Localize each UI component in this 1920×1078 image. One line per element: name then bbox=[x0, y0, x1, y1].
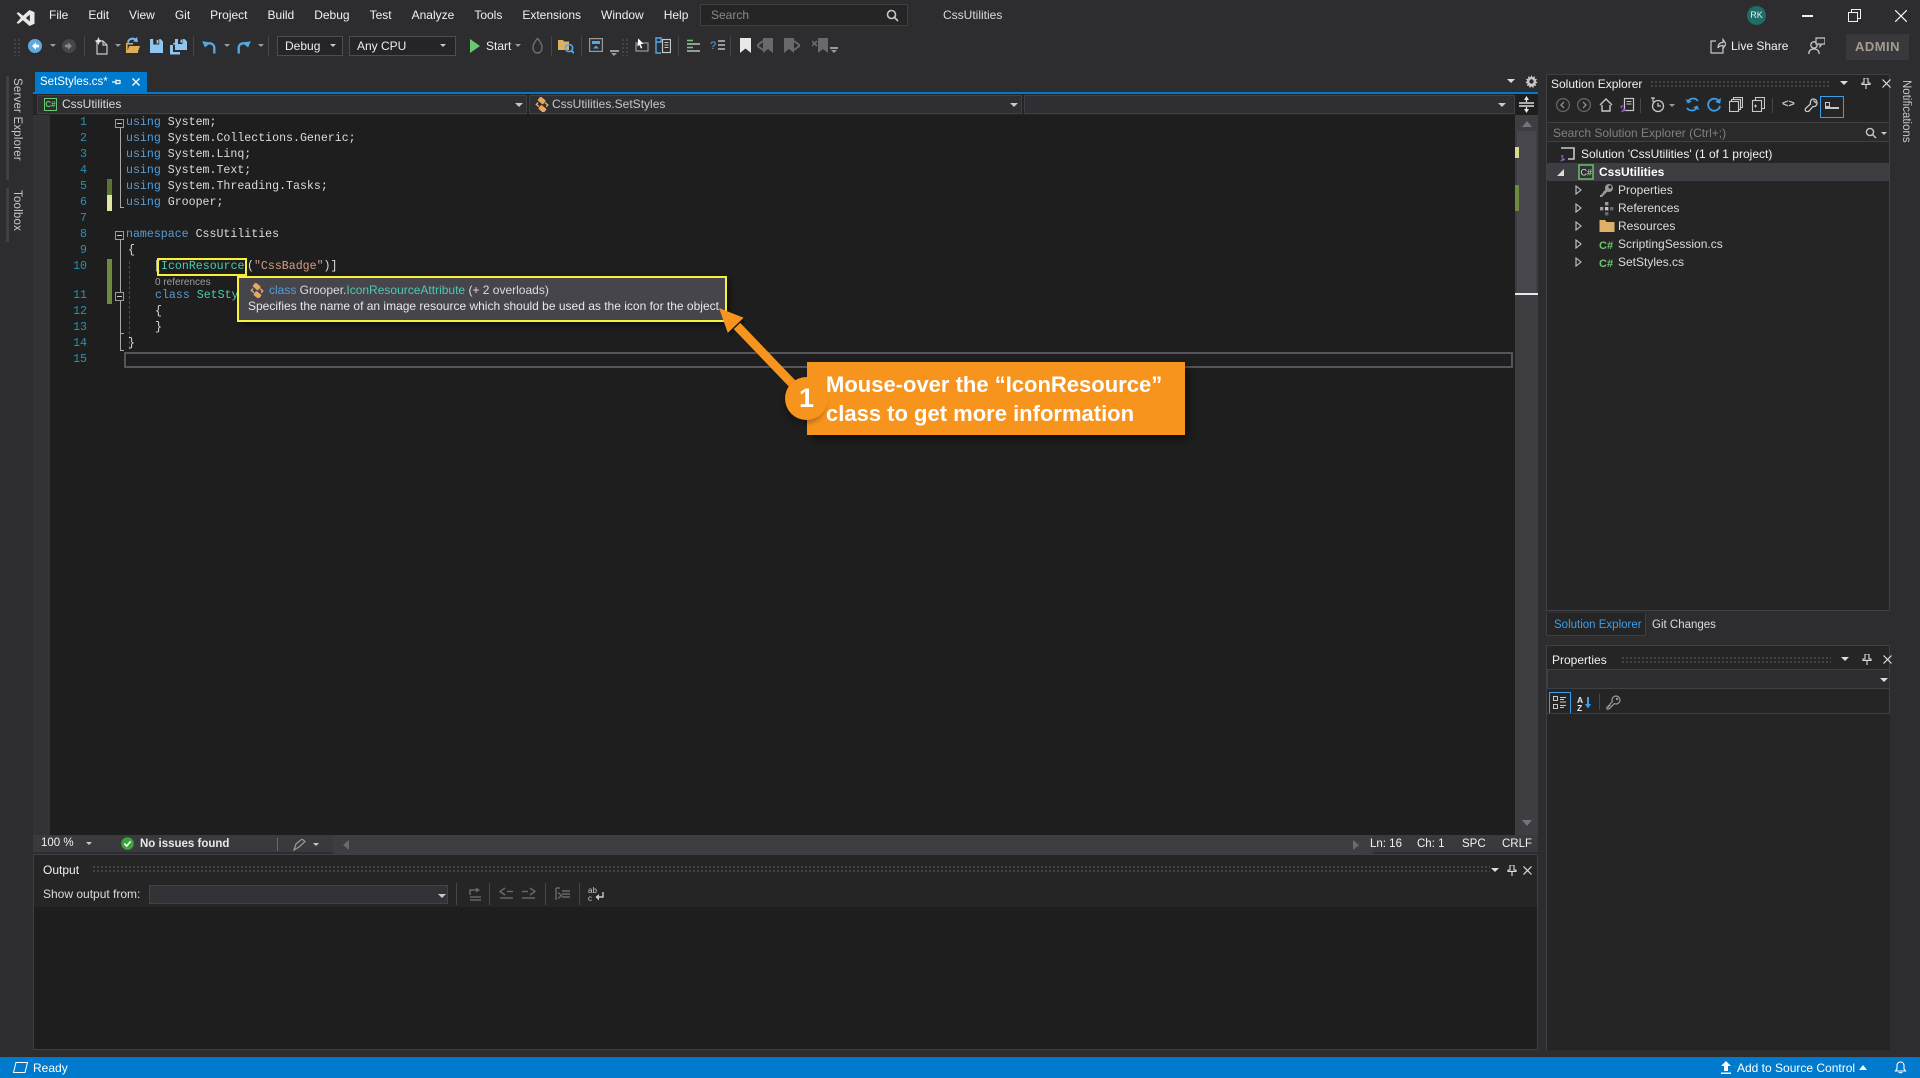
svg-text:Z: Z bbox=[1577, 703, 1582, 711]
svg-text:?: ? bbox=[710, 40, 716, 52]
svg-text:c: c bbox=[588, 894, 592, 902]
svg-text:C#: C# bbox=[1599, 258, 1613, 269]
svg-text:C#: C# bbox=[1599, 240, 1613, 251]
svg-text:C#: C# bbox=[1581, 168, 1593, 178]
